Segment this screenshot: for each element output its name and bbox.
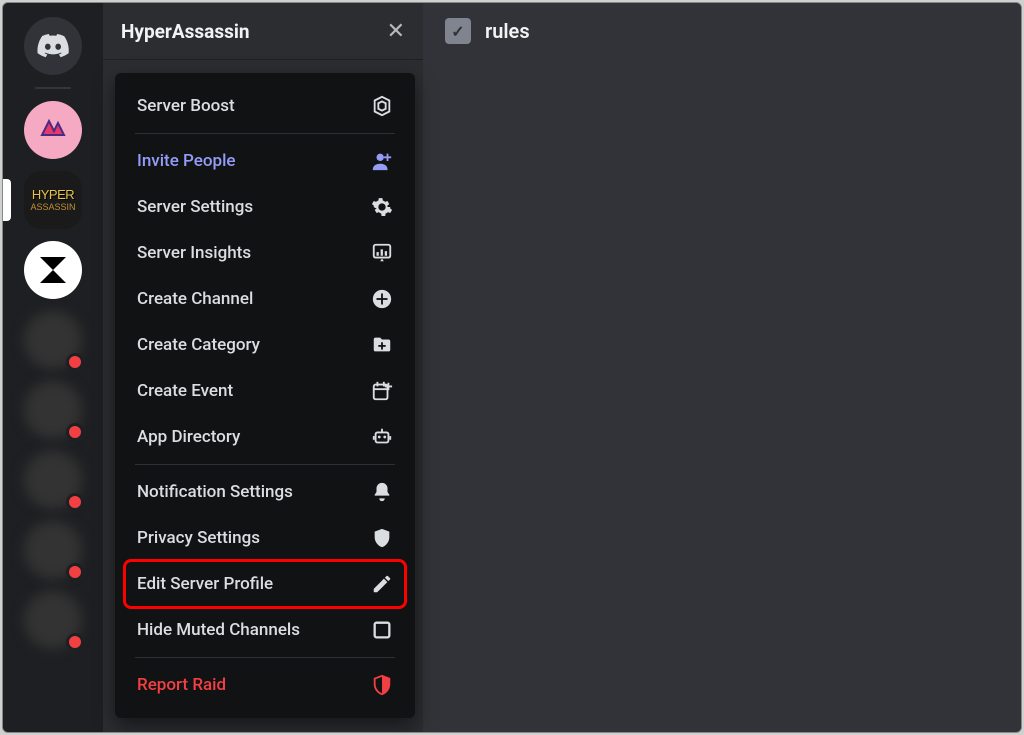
insights-icon: [371, 242, 393, 264]
menu-item-label: Server Settings: [137, 197, 253, 217]
server-name-label: HyperAssassin: [121, 20, 250, 43]
menu-item-label: App Directory: [137, 427, 240, 447]
notification-badge: [66, 563, 84, 581]
menu-create-event[interactable]: Create Event: [125, 368, 405, 414]
selected-indicator: [3, 179, 11, 221]
guild-rail: HYPER ASSASSIN: [3, 3, 103, 732]
menu-item-label: Report Raid: [137, 675, 226, 695]
pencil-icon: [371, 573, 393, 595]
server-3-logo-icon: [36, 253, 70, 287]
gear-icon: [371, 196, 393, 218]
menu-separator: [135, 657, 395, 658]
menu-item-label: Create Channel: [137, 289, 253, 309]
notification-badge: [66, 633, 84, 651]
folder-plus-icon: [371, 334, 393, 356]
shield-icon: [371, 527, 393, 549]
plus-circle-icon: [371, 288, 393, 310]
menu-item-label: Create Event: [137, 381, 233, 401]
channel-header: ✓ rules: [423, 3, 1021, 59]
menu-item-label: Privacy Settings: [137, 528, 260, 548]
menu-invite-people[interactable]: Invite People: [125, 138, 405, 184]
robot-icon: [371, 426, 393, 448]
menu-item-label: Notification Settings: [137, 482, 293, 502]
menu-item-label: Hide Muted Channels: [137, 620, 300, 640]
menu-server-settings[interactable]: Server Settings: [125, 184, 405, 230]
rules-channel-icon: ✓: [445, 18, 471, 44]
menu-privacy-settings[interactable]: Privacy Settings: [125, 515, 405, 561]
menu-notification-settings[interactable]: Notification Settings: [125, 469, 405, 515]
invite-people-icon: [371, 150, 393, 172]
server-1-logo-icon: [36, 113, 70, 147]
menu-edit-server-profile[interactable]: Edit Server Profile: [125, 561, 405, 607]
boost-icon: [371, 95, 393, 117]
hyper-logo-icon: HYPER ASSASSIN: [30, 188, 75, 212]
discord-app-window: HYPER ASSASSIN: [2, 2, 1022, 733]
menu-item-label: Edit Server Profile: [137, 574, 273, 594]
home-button[interactable]: [24, 17, 82, 75]
server-icon-3[interactable]: [24, 241, 82, 299]
menu-item-label: Server Insights: [137, 243, 251, 263]
main-content-area: [423, 59, 1021, 732]
server-icon-1[interactable]: [24, 101, 82, 159]
bell-icon: [371, 481, 393, 503]
menu-hide-muted-channels[interactable]: Hide Muted Channels: [125, 607, 405, 653]
checkbox-empty-icon: [371, 619, 393, 641]
notification-badge: [66, 423, 84, 441]
menu-server-insights[interactable]: Server Insights: [125, 230, 405, 276]
menu-server-boost[interactable]: Server Boost: [125, 83, 405, 129]
menu-item-label: Invite People: [137, 151, 236, 171]
discord-logo-icon: [36, 34, 70, 58]
menu-item-label: Create Category: [137, 335, 260, 355]
close-icon[interactable]: ✕: [387, 19, 405, 44]
menu-report-raid[interactable]: Report Raid: [125, 662, 405, 708]
channel-name-label: rules: [485, 19, 530, 43]
calendar-plus-icon: [371, 380, 393, 402]
rail-separator: [35, 87, 71, 89]
server-header[interactable]: HyperAssassin ✕: [103, 3, 423, 59]
menu-create-channel[interactable]: Create Channel: [125, 276, 405, 322]
menu-create-category[interactable]: Create Category: [125, 322, 405, 368]
menu-item-label: Server Boost: [137, 96, 235, 116]
notification-badge: [66, 353, 84, 371]
server-dropdown-menu: Server Boost Invite People Server Settin…: [115, 73, 415, 718]
menu-app-directory[interactable]: App Directory: [125, 414, 405, 460]
notification-badge: [66, 493, 84, 511]
server-icon-hyperassassin[interactable]: HYPER ASSASSIN: [24, 171, 82, 229]
menu-separator: [135, 133, 395, 134]
shield-alert-icon: [371, 674, 393, 696]
menu-separator: [135, 464, 395, 465]
